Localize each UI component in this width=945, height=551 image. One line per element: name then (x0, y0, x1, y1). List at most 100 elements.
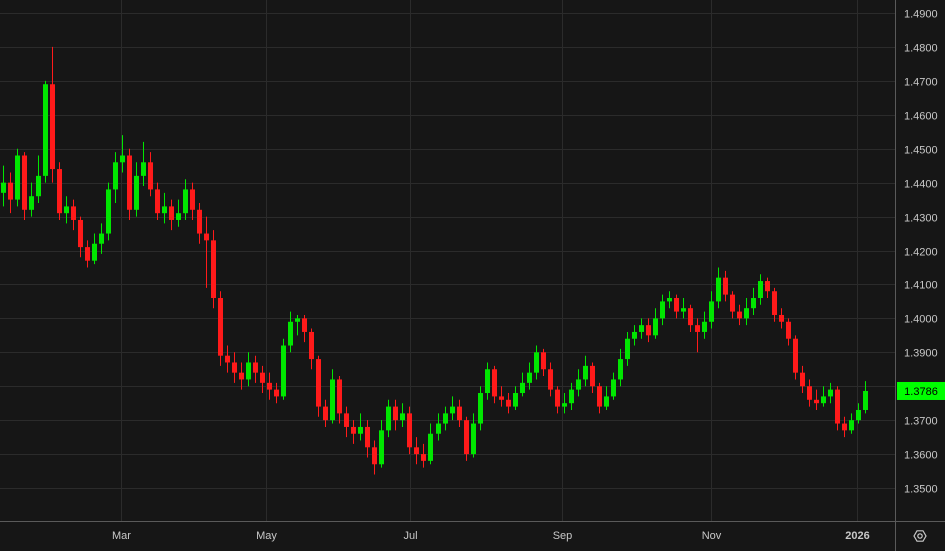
candle-down (765, 277, 770, 299)
candle-down (148, 152, 153, 197)
candle-up (162, 192, 167, 224)
candle-down (723, 270, 728, 302)
candle-body (625, 338, 630, 360)
candle-up (176, 199, 181, 227)
candle-body (22, 155, 27, 210)
candle-down (393, 399, 398, 431)
x-tick-label: Jul (403, 530, 417, 542)
candle-body (779, 314, 784, 322)
y-tick-label: 1.3600 (904, 450, 938, 462)
candle-body (141, 162, 146, 176)
x-tick-label: Mar (112, 530, 131, 542)
candle-body (211, 240, 216, 299)
candle-up (113, 152, 118, 204)
candle-down (835, 386, 840, 431)
candle-up (751, 287, 756, 315)
candle-down (155, 182, 160, 220)
candle-up (120, 135, 125, 173)
chart-svg[interactable]: 1.35001.36001.37001.38001.39001.40001.41… (0, 0, 945, 551)
y-tick-label: 1.4500 (904, 145, 938, 157)
candle-down (253, 355, 258, 383)
candle-body (204, 233, 209, 241)
candle-body (646, 325, 651, 336)
candle-up (863, 381, 868, 414)
candle-body (155, 189, 160, 214)
candle-body (1, 182, 6, 193)
last-price-label: 1.3786 (904, 386, 938, 398)
candle-down (309, 328, 314, 370)
candle-body (281, 345, 286, 397)
candle-body (730, 294, 735, 312)
candle-down (590, 362, 595, 394)
candle-body (548, 369, 553, 390)
candle-body (499, 396, 504, 400)
y-tick-label: 1.4200 (904, 247, 938, 259)
candle-up (513, 386, 518, 410)
candle-body (478, 393, 483, 424)
candle-body (604, 396, 609, 407)
candle-down (372, 440, 377, 475)
candle-down (421, 443, 426, 468)
candle-up (436, 413, 441, 441)
candle-down (786, 318, 791, 346)
candle-body (428, 433, 433, 461)
candle-body (148, 162, 153, 190)
candle-up (485, 362, 490, 400)
candle-body (43, 84, 48, 176)
candle-up (527, 362, 532, 390)
candle-body (99, 233, 104, 244)
candle-body (660, 301, 665, 319)
candle-down (842, 416, 847, 438)
time-axis[interactable]: Mar May Jul Sep Nov 2026 (112, 530, 870, 542)
candle-body (541, 352, 546, 370)
candle-up (443, 406, 448, 431)
candle-up (141, 141, 146, 187)
candle-up (29, 182, 34, 217)
candle-down (344, 406, 349, 438)
price-axis[interactable]: 1.35001.36001.37001.38001.39001.40001.41… (904, 9, 938, 496)
x-tick-label: Nov (702, 530, 722, 542)
candle-up (639, 318, 644, 339)
candle-body (393, 406, 398, 421)
y-tick-label: 1.4000 (904, 314, 938, 326)
candle-body (253, 362, 258, 373)
candle-up (246, 352, 251, 387)
candle-down (85, 240, 90, 268)
y-tick-label: 1.3500 (904, 484, 938, 496)
candle-body (688, 308, 693, 326)
candle-body (814, 399, 819, 404)
candle-down (674, 294, 679, 319)
candle-up (828, 382, 833, 404)
candle-body (562, 403, 567, 407)
candle-up (534, 345, 539, 380)
candle-body (716, 277, 721, 302)
candle-body (197, 209, 202, 234)
settings-hexagon-icon[interactable] (913, 530, 927, 542)
candle-down (351, 420, 356, 444)
candle-down (190, 182, 195, 220)
candle-up (386, 399, 391, 438)
candle-body (793, 338, 798, 373)
y-tick-label: 1.4700 (904, 77, 938, 89)
candle-down (695, 318, 700, 353)
candle-body (400, 413, 405, 421)
candle-down (267, 372, 272, 400)
candle-body (337, 379, 342, 414)
candle-up (618, 348, 623, 387)
grid (0, 0, 895, 521)
candle-up (1, 165, 6, 207)
candle-body (64, 206, 69, 214)
candle-down (239, 362, 244, 390)
candle-up (709, 291, 714, 329)
candle-body (295, 318, 300, 322)
candle-up (400, 403, 405, 427)
candle-up (702, 311, 707, 339)
candle-up (43, 80, 48, 183)
candle-body (534, 352, 539, 373)
candle-body (386, 406, 391, 431)
candle-up (92, 233, 97, 265)
candle-body (492, 369, 497, 397)
candle-up (478, 386, 483, 431)
candle-down (688, 304, 693, 332)
candle-up (15, 148, 20, 207)
